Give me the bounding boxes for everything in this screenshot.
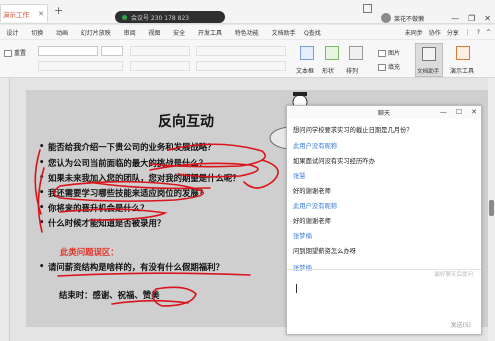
- presenter-tools-button[interactable]: 演示工具: [450, 66, 474, 75]
- layout-icon[interactable]: [363, 4, 372, 13]
- document-tab-label: 演示工作: [3, 10, 29, 19]
- chat-message-text: 想问问学校要求实习的截止日期是几月份？: [293, 127, 413, 134]
- menu-view[interactable]: 视图: [142, 28, 167, 37]
- menu-right-actions: 未同步 协作 分享 ⋮ ? ^: [405, 28, 495, 37]
- slide-bullet: 您认为公司当前面临的最大的挑战是什么？: [39, 157, 207, 169]
- menu-slideshow[interactable]: 幻灯片放映: [74, 28, 117, 37]
- arrange-button[interactable]: 排列: [346, 66, 358, 75]
- help-icon[interactable]: ?: [477, 29, 480, 36]
- presenter-icon: [456, 46, 470, 60]
- menu-developer[interactable]: 开发工具: [192, 28, 229, 37]
- section-heading: 此类问题误区：: [60, 247, 119, 257]
- menu-features[interactable]: 特色功能: [228, 28, 265, 37]
- window-tools: [363, 4, 372, 13]
- doc-helper-button[interactable]: 文档助手: [415, 43, 443, 77]
- menu-design[interactable]: 设计: [0, 28, 25, 37]
- font-format-group[interactable]: [38, 61, 123, 71]
- doc-helper-label: 文档助手: [417, 69, 440, 75]
- chat-message-text: 好的谢谢老师: [293, 188, 331, 195]
- close-window-icon[interactable]: ✕: [484, 14, 491, 23]
- reset-button[interactable]: 重置: [4, 48, 26, 57]
- scrollbar-thumb[interactable]: [489, 200, 494, 216]
- chat-sender-name[interactable]: 张慧: [293, 171, 306, 180]
- slide-bullet: 能否给我介绍一下贵公司的业务和发展战略？: [39, 141, 215, 153]
- menu-security[interactable]: 安全: [167, 28, 192, 37]
- section-bullet: 请问薪资结构是啥样的，有没有什么假期福利？: [39, 261, 224, 273]
- recording-dot-icon: [122, 14, 127, 20]
- textbox-button[interactable]: 文本框: [296, 66, 314, 75]
- more-icon[interactable]: ⋮: [465, 29, 471, 36]
- share-button[interactable]: 分享: [447, 28, 459, 37]
- chat-input-caret[interactable]: [296, 284, 297, 293]
- maximize-icon[interactable]: ❐: [468, 14, 475, 23]
- collapse-ribbon-icon[interactable]: ^: [486, 29, 491, 36]
- minimize-icon[interactable]: —: [451, 14, 459, 23]
- chat-message-text: 问到期望薪资怎么办呀: [293, 248, 356, 255]
- doc-helper-icon: [422, 47, 436, 61]
- chat-minimize-icon[interactable]: —: [440, 108, 447, 116]
- slide-title: 反向互动: [158, 114, 214, 130]
- font-name-select[interactable]: [38, 46, 98, 56]
- reset-icon: [4, 50, 12, 57]
- chat-maximize-icon[interactable]: ☐: [456, 108, 462, 116]
- user-name: 莱花不做懒: [394, 15, 425, 23]
- thumbnail-panel-collapsed[interactable]: [0, 78, 10, 341]
- chat-sender-name[interactable]: 此用户没有昵称: [293, 141, 337, 150]
- close-tab-icon[interactable]: ✕: [38, 10, 44, 18]
- search-button[interactable]: Q查找: [304, 28, 321, 37]
- user-account[interactable]: 莱花不做懒: [381, 13, 424, 23]
- slide-bullet: 什么时候才能知道是否被录用？: [39, 217, 165, 229]
- shape-button[interactable]: 形状: [322, 66, 334, 75]
- spacing-group[interactable]: [196, 61, 286, 71]
- chat-window-controls: — ☐ ✕: [440, 108, 477, 116]
- chat-sender-name[interactable]: 张梦楠: [293, 231, 312, 240]
- picture-button[interactable]: 图片: [378, 48, 400, 57]
- fill-icon: [378, 64, 386, 71]
- list-group[interactable]: [196, 46, 286, 56]
- window-controls: — ❐ ✕: [451, 14, 491, 23]
- collaborate-button[interactable]: 协作: [429, 28, 441, 37]
- arrange-icon: [349, 46, 363, 60]
- chat-sender-name[interactable]: 此用户没有昵称: [293, 201, 337, 210]
- document-tab[interactable]: 演示工作 ✕: [0, 4, 48, 22]
- slide-bullet: 我还需要学习哪些技能来适应岗位的发展？: [39, 187, 207, 199]
- chat-message-text: 好的谢谢老师: [293, 218, 331, 225]
- chat-window[interactable]: 聊天 — ☐ ✕ 想问问学校要求实习的截止日期是几月份？ 此用户没有昵称 如果面…: [286, 105, 482, 335]
- menu-transition[interactable]: 切换: [25, 28, 50, 37]
- sync-status[interactable]: 未同步: [405, 28, 423, 37]
- new-tab-icon[interactable]: +: [54, 5, 63, 17]
- fill-button[interactable]: 填充: [378, 62, 400, 71]
- slide-bullet: 如果未来我加入您的团队，您对我的期望是什么呢？: [39, 172, 241, 184]
- chat-hint-text: 最好聊天后提问: [434, 272, 473, 278]
- menu-review[interactable]: 审阅: [117, 28, 142, 37]
- font-size-select[interactable]: [101, 46, 123, 56]
- slide-bullet: 你将来的晋升机会是什么？: [39, 202, 148, 214]
- paragraph-group[interactable]: [130, 46, 190, 56]
- vertical-scrollbar[interactable]: [488, 78, 495, 341]
- menu-bar: 设计 切换 动画 幻灯片放映 审阅 视图 安全 开发工具 特色功能 文档助手 Q…: [0, 25, 495, 39]
- meeting-id-text: 会议号 230 178 823: [131, 14, 190, 22]
- meeting-status-pill[interactable]: 会议号 230 178 823: [115, 11, 225, 23]
- textbox-icon: [300, 46, 314, 60]
- closing-line: 结束时：感谢、祝福、赞美: [59, 290, 160, 300]
- picture-icon: [378, 50, 386, 57]
- title-bar: 演示工作 ✕ + 会议号 230 178 823 莱花不做懒 — ❐ ✕: [0, 0, 495, 24]
- chat-message-text: 如果面试问没有实习经历咋办: [293, 158, 375, 165]
- menu-doc-helper[interactable]: 文档助手: [265, 28, 302, 37]
- chat-sender-name[interactable]: 张梦楠: [293, 263, 312, 272]
- menu-animation[interactable]: 动画: [50, 28, 75, 37]
- chat-close-icon[interactable]: ✕: [471, 108, 477, 116]
- shape-icon: [325, 46, 339, 60]
- avatar: [381, 13, 391, 23]
- send-button[interactable]: 发送(S): [451, 320, 472, 329]
- align-group[interactable]: [130, 61, 190, 71]
